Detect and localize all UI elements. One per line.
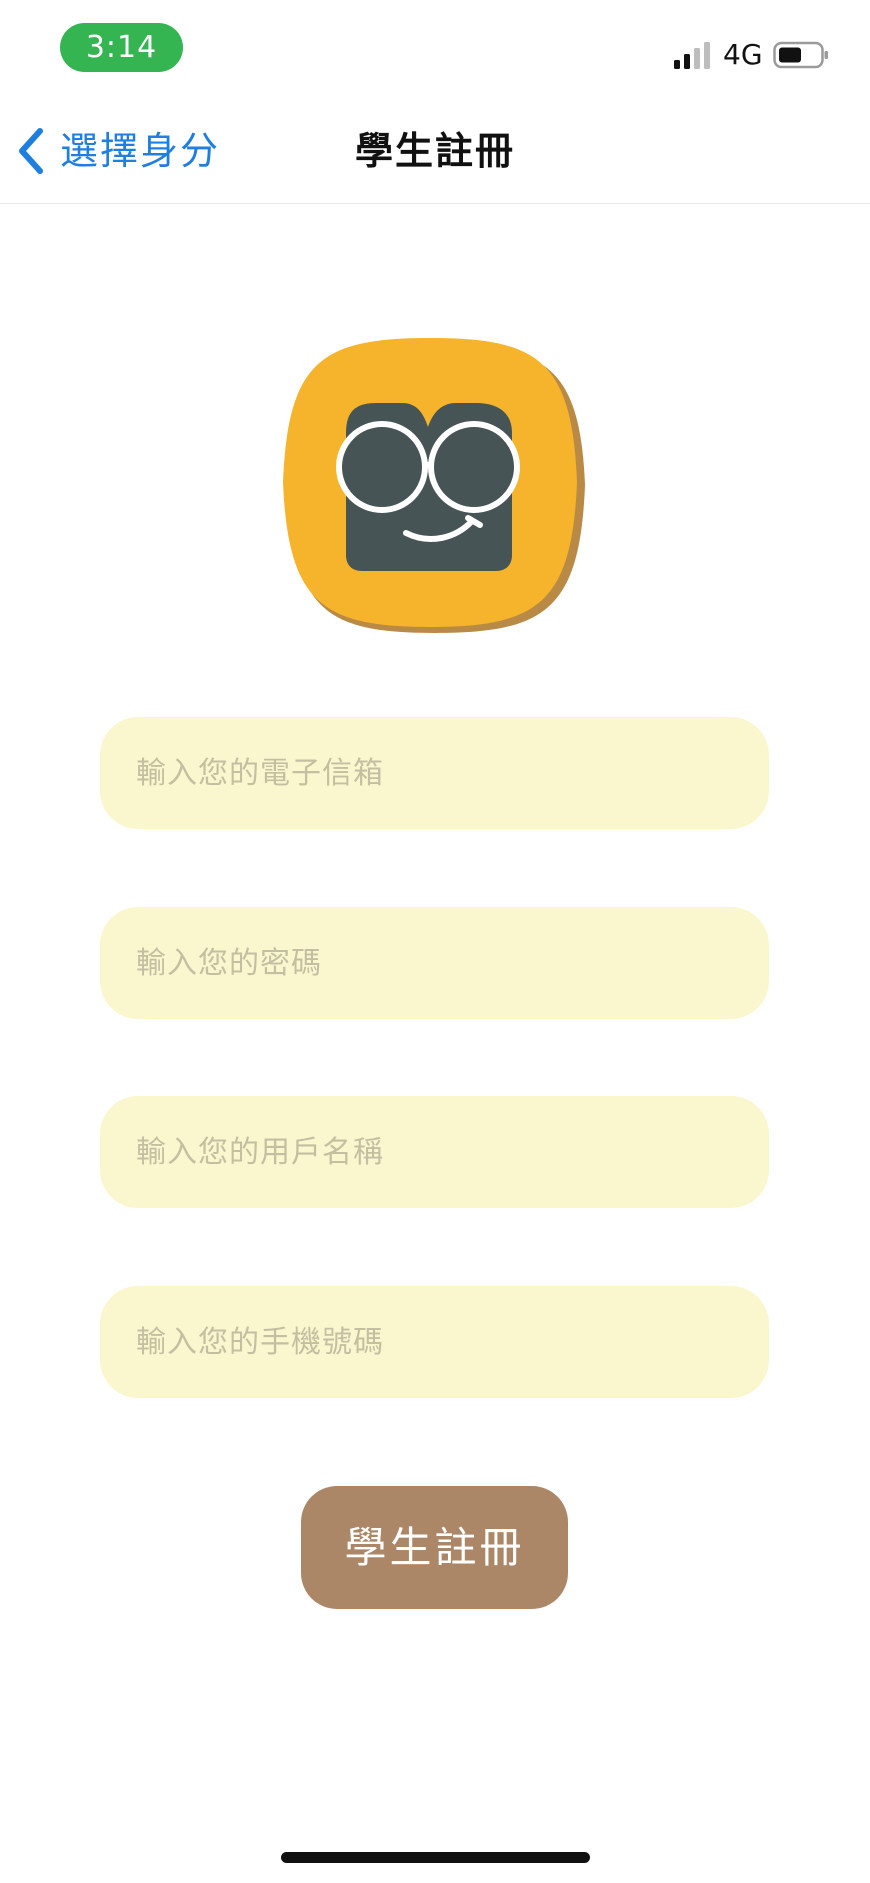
page-title: 學生註冊 [354,129,515,173]
battery-icon [773,41,828,69]
navigation-bar: 選擇身分 學生註冊 [0,96,870,204]
register-button[interactable]: 學生註冊 [301,1486,568,1609]
status-bar: 3:14 4G [0,0,870,96]
email-field[interactable] [134,754,735,792]
status-time: 3:14 [60,23,183,72]
signal-bars-icon [674,42,710,69]
email-field-container [100,717,769,829]
password-field[interactable] [134,944,735,982]
password-field-container [100,907,769,1019]
phone-field[interactable] [134,1323,735,1361]
network-type: 4G [723,38,763,71]
phone-field-container [100,1286,769,1398]
student-glasses-mascot-icon [283,338,585,633]
username-field-container [100,1096,769,1208]
username-field[interactable] [134,1133,735,1171]
home-indicator[interactable] [281,1852,590,1863]
